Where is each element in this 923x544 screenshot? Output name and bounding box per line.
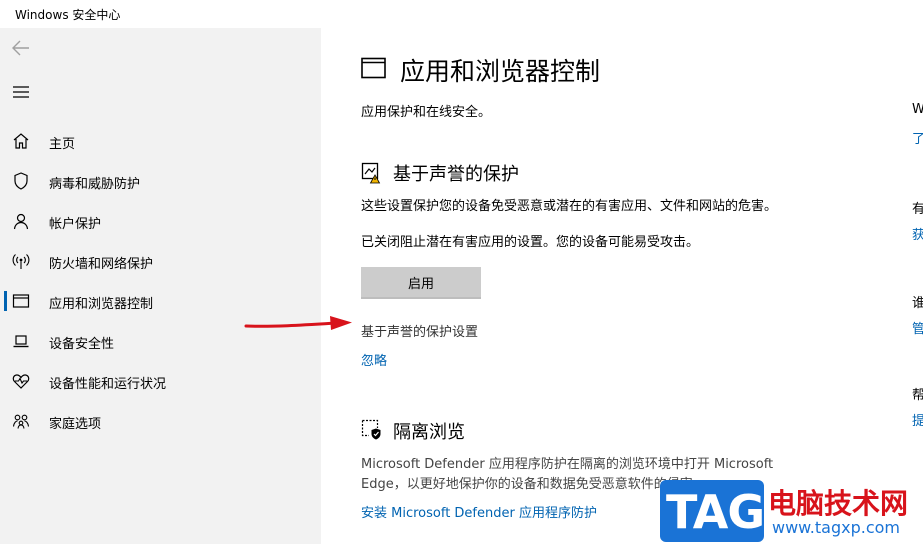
page-subtitle: 应用保护和在线安全。 <box>361 105 492 120</box>
install-app-guard-link[interactable]: 安装 Microsoft Defender 应用程序防护 <box>361 502 597 521</box>
sidebar-item-account-protection[interactable]: 帐户保护 <box>0 201 321 241</box>
ignore-link[interactable]: 忽略 <box>361 350 387 369</box>
sidebar-item-label: 设备安全性 <box>49 337 115 352</box>
watermark-site-name: 电脑技术网 <box>768 487 909 520</box>
home-icon <box>11 131 31 151</box>
back-button[interactable] <box>9 37 33 59</box>
sidebar-item-virus-protection[interactable]: 病毒和威胁防护 <box>0 161 321 201</box>
annotation-arrow-icon <box>244 316 352 330</box>
family-icon <box>11 411 31 431</box>
right-column-link[interactable]: 提 <box>912 410 923 429</box>
window-title: Windows 安全中心 <box>15 8 121 22</box>
laptop-icon <box>11 331 31 351</box>
right-column-text: 谁 <box>912 296 923 311</box>
enable-button[interactable]: 启用 <box>361 267 481 299</box>
reputation-warning-icon <box>361 162 383 184</box>
watermark-logo: TAG 电脑技术网 www.tagxp.com <box>660 476 923 544</box>
sidebar-item-label: 应用和浏览器控制 <box>49 297 154 312</box>
app-window-icon <box>11 291 31 311</box>
back-arrow-icon <box>12 40 29 56</box>
watermark-url: www.tagxp.com <box>772 518 900 537</box>
right-column-text: 有 <box>912 202 923 217</box>
person-icon <box>11 211 31 231</box>
reputation-settings-link[interactable]: 基于声誉的保护设置 <box>361 321 478 340</box>
right-column-text: 帮 <box>912 388 923 403</box>
tag-logo-badge: TAG <box>660 480 765 542</box>
main-content: 应用和浏览器控制 应用保护和在线安全。 基于声誉的保护 这些设置保护您的设备免受… <box>321 28 923 544</box>
wifi-signal-icon <box>11 251 31 271</box>
isolated-browsing-icon <box>361 419 383 441</box>
reputation-warning-text: 已关闭阻止潜在有害应用的设置。您的设备可能易受攻击。 <box>361 235 700 250</box>
sidebar-item-label: 主页 <box>49 137 76 152</box>
hamburger-menu-button[interactable] <box>9 81 33 103</box>
sidebar-item-firewall[interactable]: 防火墙和网络保护 <box>0 241 321 281</box>
page-title: 应用和浏览器控制 <box>400 57 601 86</box>
heart-pulse-icon <box>11 371 31 391</box>
sidebar-item-label: 防火墙和网络保护 <box>49 257 154 272</box>
isolated-description-line2: Edge，以更好地保护你的设备和数据免受恶意软件的侵害。 <box>361 477 706 492</box>
title-bar: Windows 安全中心 <box>0 0 923 28</box>
isolated-description-line1: Microsoft Defender 应用程序防护在隔离的浏览环境中打开 Mic… <box>361 457 774 472</box>
right-column-text: W <box>912 102 923 117</box>
watermark-tag-text: TAG <box>666 485 765 539</box>
hamburger-icon <box>13 86 29 98</box>
right-column-link[interactable]: 管 <box>912 318 923 337</box>
app-window-icon <box>361 57 387 79</box>
shield-icon <box>11 171 31 191</box>
sidebar-item-family-options[interactable]: 家庭选项 <box>0 401 321 441</box>
isolated-browsing-title: 隔离浏览 <box>393 422 465 443</box>
sidebar-item-label: 帐户保护 <box>49 217 102 232</box>
reputation-description: 这些设置保护您的设备免受恶意或潜在的有害应用、文件和网站的危害。 <box>361 199 778 214</box>
right-column-link[interactable]: 了 <box>912 128 923 147</box>
sidebar-item-label: 设备性能和运行状况 <box>49 377 167 392</box>
reputation-section-title: 基于声誉的保护 <box>393 164 519 185</box>
sidebar: 主页 病毒和威胁防护 帐户保护 防火墙和网络保护 应用和浏览器控制 设备安全性 … <box>0 28 321 544</box>
sidebar-item-label: 家庭选项 <box>49 417 102 432</box>
sidebar-item-label: 病毒和威胁防护 <box>49 177 141 192</box>
sidebar-item-home[interactable]: 主页 <box>0 121 321 161</box>
right-column-link[interactable]: 获 <box>912 224 923 243</box>
sidebar-item-device-performance[interactable]: 设备性能和运行状况 <box>0 361 321 401</box>
